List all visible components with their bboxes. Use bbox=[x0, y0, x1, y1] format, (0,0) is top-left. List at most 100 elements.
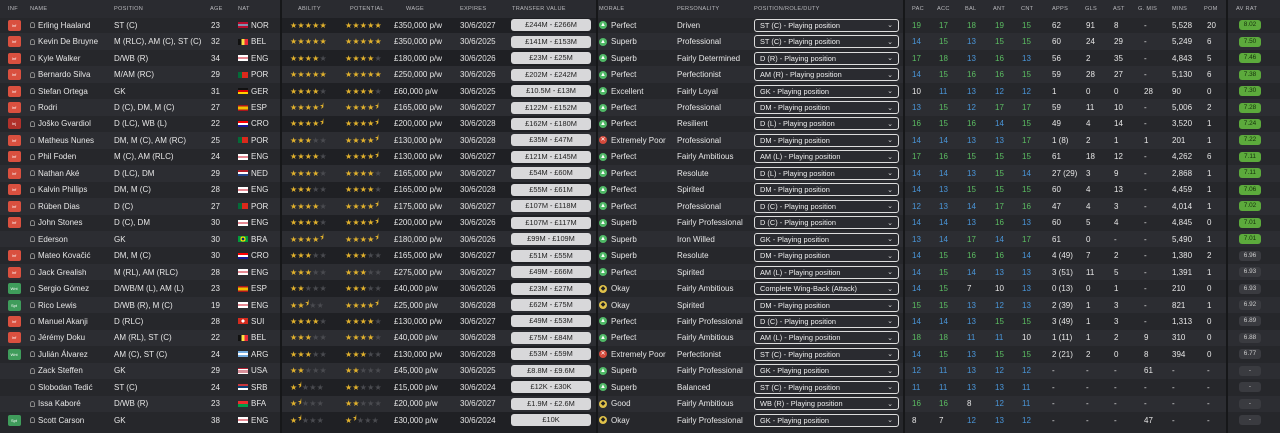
role-dropdown[interactable]: AM (R) - Playing position ⌄ bbox=[754, 68, 899, 82]
col-pom[interactable]: POM bbox=[1204, 0, 1218, 18]
status-badge[interactable]: Wnt bbox=[7, 283, 21, 295]
col-ant[interactable]: ANT bbox=[993, 0, 1005, 18]
player-row[interactable]: Wnt Julián Álvarez AM (C), ST (C) 24 ARG ★ ★ ★ ★… bbox=[0, 346, 1280, 362]
player-row[interactable]: Inf Kevin De Bruyne M (RLC), AM (C), ST (C… bbox=[0, 33, 1280, 50]
player-name[interactable]: Kyle Walker bbox=[38, 54, 80, 63]
status-badge[interactable]: Inf bbox=[7, 184, 21, 196]
player-name[interactable]: Matheus Nunes bbox=[38, 136, 94, 145]
player-name-cell[interactable]: Mateo Kovačić bbox=[30, 247, 110, 263]
role-dropdown[interactable]: DM - Playing position ⌄ bbox=[754, 133, 899, 147]
inf-cell[interactable]: Wnt bbox=[6, 280, 22, 296]
role-select-cell[interactable]: GK - Playing position ⌄ bbox=[754, 231, 902, 247]
role-select-cell[interactable]: ST (C) - Playing position ⌄ bbox=[754, 346, 902, 362]
player-name[interactable]: Rodri bbox=[38, 103, 57, 112]
player-row[interactable]: Inf Nathan Aké D (LC), DM 29 NED ★ ★ ★ ★ ★ ★ ★ ★ ★ ★ £1… bbox=[0, 165, 1280, 182]
status-badge[interactable]: Wnt bbox=[7, 348, 21, 360]
player-name-cell[interactable]: Zack Steffen bbox=[30, 363, 110, 379]
role-select-cell[interactable]: D (C) - Playing position ⌄ bbox=[754, 313, 902, 329]
player-name[interactable]: Zack Steffen bbox=[38, 366, 83, 375]
player-row[interactable]: Slobodan Tedić ST (C) 24 SRB ★ ⯨ ★ ★ ★ ★ ★ ★ ★ ★ £15,0… bbox=[0, 379, 1280, 395]
inf-cell[interactable]: Inf bbox=[6, 330, 22, 346]
inf-cell[interactable]: Inf bbox=[6, 247, 22, 263]
player-name[interactable]: Issa Kaboré bbox=[38, 399, 81, 408]
role-select-cell[interactable]: WB (R) - Playing position ⌄ bbox=[754, 396, 902, 412]
role-select-cell[interactable]: D (C) - Playing position ⌄ bbox=[754, 198, 902, 214]
role-select-cell[interactable]: AM (R) - Playing position ⌄ bbox=[754, 66, 902, 82]
role-dropdown[interactable]: ST (C) - Playing position ⌄ bbox=[754, 35, 899, 49]
role-select-cell[interactable]: D (L) - Playing position ⌄ bbox=[754, 116, 902, 132]
player-row[interactable]: Issa Kaboré D/WB (R) 23 BFA ★ ⯨ ★ ★ ★ ★ ★ ★ ★ ★ £20,00… bbox=[0, 395, 1280, 413]
col-inf[interactable]: INF bbox=[8, 0, 18, 18]
status-badge[interactable]: Spt bbox=[7, 299, 21, 311]
player-row[interactable]: Spt Scott Carson GK 38 ENG ★ ⯨ ★ ★ ★ ★ ⯨ ★ ★ ★ £30,000 … bbox=[0, 412, 1280, 428]
player-row[interactable]: Inf Rúben Dias D (C) 27 POR ★ ★ ★ ★ ★ ★ ★ ★ ★ ⯨ £175,00… bbox=[0, 198, 1280, 215]
col-position[interactable]: POSITION bbox=[114, 0, 143, 18]
player-row[interactable]: Inf Manuel Akanji D (RLC) 28 SUI ★ ★ ★ ★ ★ ★ ★ ★ ★ ★ £1… bbox=[0, 313, 1280, 329]
role-dropdown[interactable]: ST (C) - Playing position ⌄ bbox=[754, 347, 899, 361]
col-ast[interactable]: AST bbox=[1113, 0, 1125, 18]
player-name-cell[interactable]: Jack Grealish bbox=[30, 264, 110, 280]
inf-cell[interactable]: Inf bbox=[6, 83, 22, 99]
player-name-cell[interactable]: Sergio Gómez bbox=[30, 280, 110, 296]
role-select-cell[interactable]: GK - Playing position ⌄ bbox=[754, 83, 902, 99]
player-name[interactable]: Mateo Kovačić bbox=[38, 251, 90, 260]
player-row[interactable]: Inf Mateo Kovačić DM, M (C) 30 CRO ★ ★ ★ ★ ★ ★ ★ ★ ★ ★… bbox=[0, 247, 1280, 263]
player-name-cell[interactable]: Erling Haaland bbox=[30, 17, 110, 33]
player-name[interactable]: Jérémy Doku bbox=[38, 333, 85, 342]
player-name[interactable]: Bernardo Silva bbox=[38, 70, 90, 79]
col-transfer-value[interactable]: TRANSFER VALUE bbox=[512, 0, 566, 18]
player-name-cell[interactable]: Stefan Ortega bbox=[30, 83, 110, 99]
role-select-cell[interactable]: AM (L) - Playing position ⌄ bbox=[754, 149, 902, 165]
player-name-cell[interactable]: Jérémy Doku bbox=[30, 330, 110, 346]
player-row[interactable]: Inf Bernardo Silva M/AM (RC) 29 POR ★ ★ ★ ★ ★ ★ ★ ★ ★… bbox=[0, 66, 1280, 83]
inf-cell[interactable]: Inj bbox=[6, 116, 22, 132]
player-name[interactable]: Sergio Gómez bbox=[38, 284, 89, 293]
inf-cell[interactable]: Inf bbox=[6, 215, 22, 231]
player-row[interactable]: Inf Matheus Nunes DM, M (C), AM (RC) 25 POR ★… bbox=[0, 132, 1280, 149]
status-badge[interactable]: Inf bbox=[7, 217, 21, 229]
status-badge[interactable]: Inf bbox=[7, 266, 21, 278]
inf-cell[interactable]: Inf bbox=[6, 33, 22, 49]
player-name-cell[interactable]: Ederson bbox=[30, 231, 110, 247]
player-row[interactable]: Ederson GK 30 BRA ★ ★ ★ ★ ⯨ ★ ★ ★ ★ ⯨ £180,000 p/w 30/6… bbox=[0, 230, 1280, 248]
role-dropdown[interactable]: AM (L) - Playing position ⌄ bbox=[754, 331, 899, 345]
col-potential[interactable]: POTENTIAL bbox=[350, 0, 384, 18]
player-name-cell[interactable]: Julián Álvarez bbox=[30, 346, 110, 362]
status-badge[interactable]: Spt bbox=[7, 414, 21, 426]
inf-cell[interactable]: Inf bbox=[6, 50, 22, 66]
role-dropdown[interactable]: D (C) - Playing position ⌄ bbox=[754, 199, 899, 213]
inf-cell[interactable]: Inf bbox=[6, 165, 22, 181]
player-name[interactable]: Phil Foden bbox=[38, 152, 76, 161]
player-name-cell[interactable]: Kevin De Bruyne bbox=[30, 33, 110, 49]
status-badge[interactable]: Inf bbox=[7, 151, 21, 163]
role-select-cell[interactable]: D (C) - Playing position ⌄ bbox=[754, 215, 902, 231]
status-badge[interactable]: Inf bbox=[7, 315, 21, 327]
role-dropdown[interactable]: D (R) - Playing position ⌄ bbox=[754, 51, 899, 65]
role-dropdown[interactable]: DM - Playing position ⌄ bbox=[754, 298, 899, 312]
player-row[interactable]: Zack Steffen GK 29 USA ★ ★ ★ ★ ★ ★ ★ ★ ★ ★ £45,000 p/w… bbox=[0, 362, 1280, 380]
player-name[interactable]: Nathan Aké bbox=[38, 169, 79, 178]
col-gmis[interactable]: G. MIS bbox=[1138, 0, 1157, 18]
player-row[interactable]: Inf Jack Grealish M (RL), AM (RLC) 28 ENG ★ ★ ★… bbox=[0, 263, 1280, 281]
inf-cell[interactable] bbox=[6, 363, 22, 379]
status-badge[interactable]: Inj bbox=[7, 118, 21, 130]
status-badge[interactable]: Inf bbox=[7, 200, 21, 212]
role-dropdown[interactable]: GK - Playing position ⌄ bbox=[754, 84, 899, 98]
inf-cell[interactable]: Inf bbox=[6, 264, 22, 280]
player-row[interactable]: Inf Kyle Walker D/WB (R) 34 ENG ★ ★ ★ ★ ★ ★ ★ ★ ★ ★ £18… bbox=[0, 50, 1280, 66]
player-name-cell[interactable]: Phil Foden bbox=[30, 149, 110, 165]
inf-cell[interactable]: Inf bbox=[6, 149, 22, 165]
col-apps[interactable]: APPS bbox=[1052, 0, 1068, 18]
player-name-cell[interactable]: Rico Lewis bbox=[30, 297, 110, 313]
role-select-cell[interactable]: GK - Playing position ⌄ bbox=[754, 363, 902, 379]
role-dropdown[interactable]: DM - Playing position ⌄ bbox=[754, 249, 899, 263]
col-name[interactable]: NAME bbox=[30, 0, 47, 18]
player-name-cell[interactable]: Rodri bbox=[30, 99, 110, 115]
player-row[interactable]: Inf Jérémy Doku AM (RL), ST (C) 22 BEL ★ ★ ★ ★ ★ ★… bbox=[0, 329, 1280, 347]
status-badge[interactable]: Inf bbox=[7, 167, 21, 179]
role-dropdown[interactable]: DM - Playing position ⌄ bbox=[754, 101, 899, 115]
status-badge[interactable]: Inf bbox=[7, 19, 21, 31]
role-dropdown[interactable]: GK - Playing position ⌄ bbox=[754, 232, 899, 246]
player-row[interactable]: Inf John Stones D (C), DM 30 ENG ★ ★ ★ ★ ★ ★ ★ ★ ★ ⯨ £2… bbox=[0, 215, 1280, 231]
inf-cell[interactable]: Spt bbox=[6, 297, 22, 313]
